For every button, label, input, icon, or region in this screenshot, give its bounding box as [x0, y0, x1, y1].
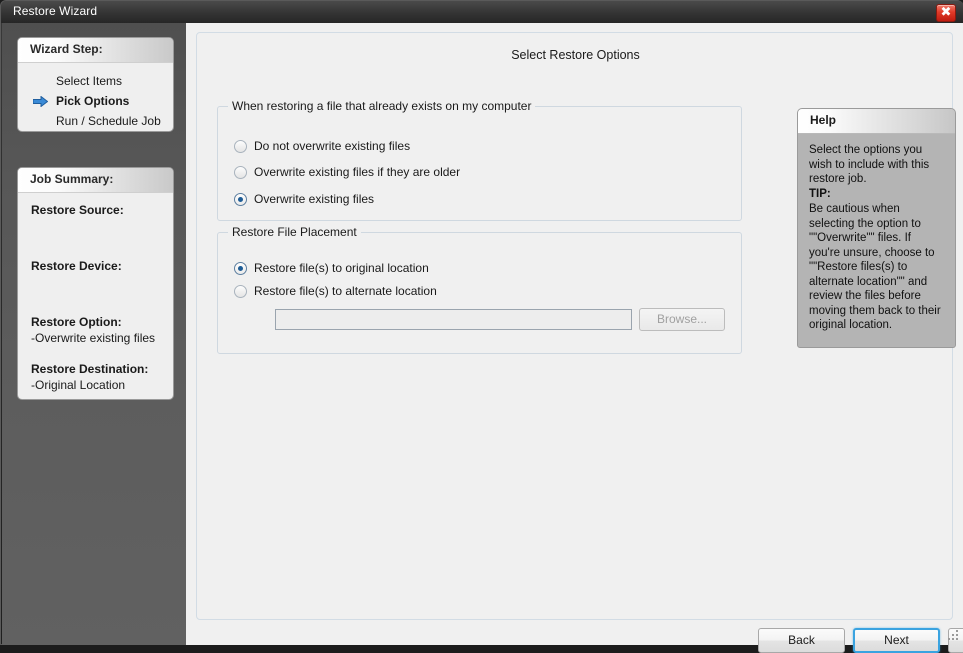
- help-panel: Help Select the options you wish to incl…: [797, 108, 956, 348]
- summary-restore-device: Restore Device:: [31, 259, 173, 289]
- radio-label: Restore file(s) to original location: [254, 260, 429, 277]
- summary-value: [31, 219, 173, 233]
- sidebar-item-pick-options[interactable]: Pick Options: [18, 92, 173, 112]
- summary-restore-source: Restore Source:: [31, 203, 173, 233]
- summary-label: Restore Destination:: [31, 362, 173, 376]
- help-panel-body: Select the options you wish to include w…: [798, 134, 955, 333]
- browse-button[interactable]: Browse...: [639, 308, 725, 331]
- job-summary-header-label: Job Summary:: [18, 168, 173, 186]
- help-panel-header: Help: [798, 109, 955, 134]
- wizard-step-header: Wizard Step:: [18, 38, 173, 63]
- job-summary-header: Job Summary:: [18, 168, 173, 193]
- next-button[interactable]: Next: [853, 628, 940, 653]
- radio-label: Overwrite existing files: [254, 191, 374, 208]
- summary-value: [31, 275, 173, 289]
- summary-label: Restore Device:: [31, 259, 173, 273]
- summary-value: -Original Location: [31, 378, 173, 392]
- resize-grip[interactable]: [947, 629, 960, 642]
- alternate-location-input[interactable]: [275, 309, 632, 330]
- sidebar-item-run-schedule-job[interactable]: Run / Schedule Job: [18, 112, 173, 132]
- radio-indicator: [234, 193, 247, 206]
- wizard-step-list: Select Items Pick Options Run / Schedule…: [18, 63, 173, 132]
- summary-label: Restore Option:: [31, 315, 173, 329]
- back-button[interactable]: Back: [758, 628, 845, 653]
- wizard-step-panel: Wizard Step: Select Items Pick Options R…: [17, 37, 174, 132]
- radio-indicator: [234, 262, 247, 275]
- sidebar: Wizard Step: Select Items Pick Options R…: [2, 23, 186, 645]
- page-title: Select Restore Options: [197, 48, 954, 62]
- radio-indicator: [234, 140, 247, 153]
- close-icon: ✖: [937, 4, 955, 21]
- help-paragraph-1: Select the options you wish to include w…: [809, 143, 944, 187]
- restore-file-placement-group: Restore File Placement Restore file(s) t…: [217, 232, 742, 354]
- sidebar-item-label: Run / Schedule Job: [56, 114, 161, 128]
- main-content: Select Restore Options When restoring a …: [186, 23, 963, 645]
- restore-wizard-window: Restore Wizard ✖ Wizard Step: Select Ite…: [0, 0, 963, 645]
- sidebar-item-label: Pick Options: [56, 94, 129, 108]
- placement-group-legend: Restore File Placement: [228, 225, 361, 239]
- window-title: Restore Wizard: [13, 4, 97, 18]
- job-summary-body: Restore Source: Restore Device: Restore …: [18, 193, 173, 392]
- radio-indicator: [234, 285, 247, 298]
- title-bar: Restore Wizard ✖: [1, 1, 963, 23]
- overwrite-options-group: When restoring a file that already exist…: [217, 106, 742, 221]
- arrow-right-icon: [33, 96, 48, 107]
- summary-label: Restore Source:: [31, 203, 173, 217]
- close-button[interactable]: ✖: [936, 4, 956, 22]
- sidebar-item-select-items[interactable]: Select Items: [18, 72, 173, 92]
- radio-label: Do not overwrite existing files: [254, 138, 410, 155]
- help-paragraph-2: Be cautious when selecting the option to…: [809, 202, 944, 333]
- sidebar-item-label: Select Items: [56, 74, 122, 88]
- radio-indicator: [234, 166, 247, 179]
- content-panel: Select Restore Options When restoring a …: [196, 32, 953, 620]
- summary-restore-option: Restore Option: -Overwrite existing file…: [31, 315, 173, 345]
- radio-label: Restore file(s) to alternate location: [254, 283, 437, 300]
- summary-restore-destination: Restore Destination: -Original Location: [31, 362, 173, 392]
- job-summary-panel: Job Summary: Restore Source: Restore Dev…: [17, 167, 174, 400]
- summary-value: -Overwrite existing files: [31, 331, 173, 345]
- help-tip-label: TIP:: [809, 187, 944, 202]
- wizard-step-header-label: Wizard Step:: [18, 38, 173, 56]
- radio-label: Overwrite existing files if they are old…: [254, 164, 460, 181]
- overwrite-group-legend: When restoring a file that already exist…: [228, 99, 535, 113]
- help-panel-header-label: Help: [798, 109, 955, 127]
